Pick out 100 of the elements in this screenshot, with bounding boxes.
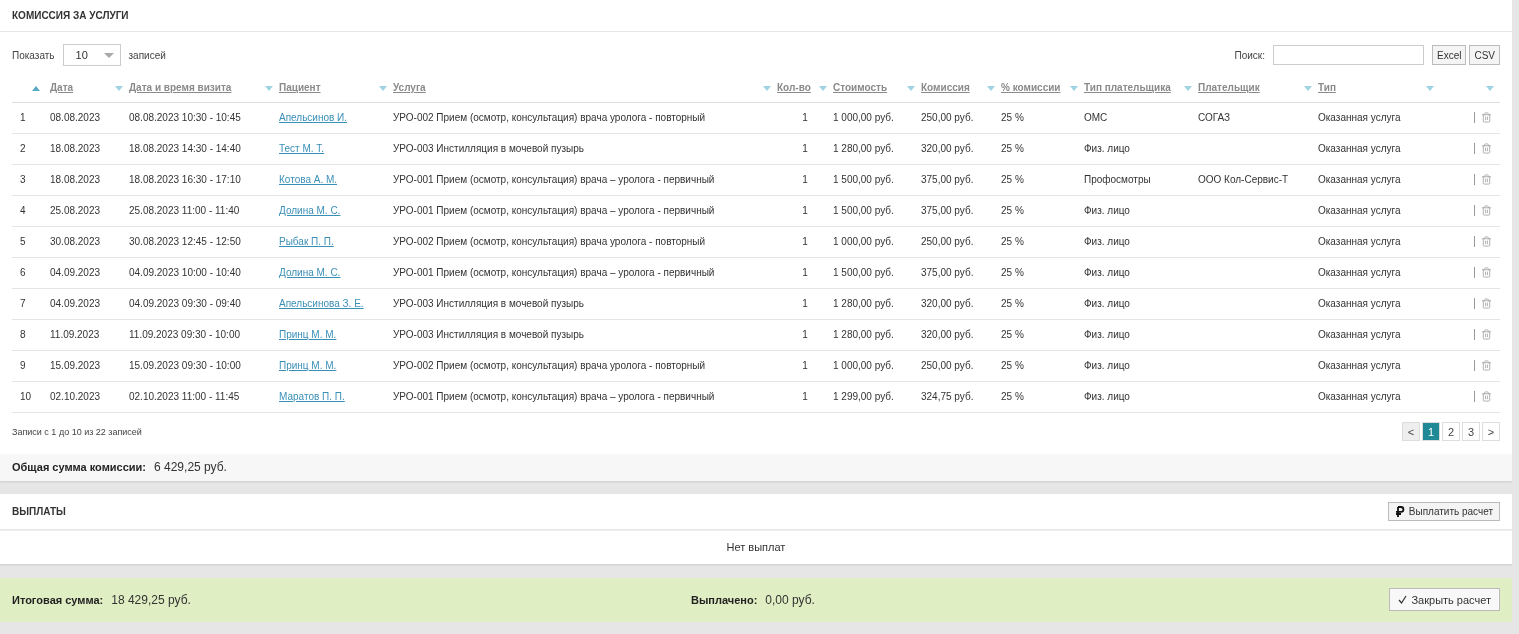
row-number: 9 (20, 360, 26, 371)
page-button[interactable]: 2 (1442, 422, 1460, 441)
sort-icon[interactable] (1070, 86, 1078, 91)
sort-icon[interactable] (1426, 86, 1434, 91)
delete-icon[interactable] (1481, 236, 1492, 247)
sort-icon[interactable] (379, 86, 387, 91)
date-cell: 18.08.2023 (50, 174, 101, 185)
sort-icon[interactable] (1486, 86, 1494, 91)
cost-cell: 1 280,00 руб. (833, 329, 894, 340)
column-header[interactable]: Тип плательщика (1084, 82, 1171, 94)
delete-icon[interactable] (1481, 143, 1492, 154)
payer-type-cell: Физ. лицо (1084, 298, 1130, 309)
delete-icon[interactable] (1481, 205, 1492, 216)
service-cell: УРО-001 Прием (осмотр, консультация) врача – уролога - первичный (393, 267, 715, 278)
row-number: 10 (20, 391, 32, 402)
date-cell: 02.10.2023 (50, 391, 101, 402)
sort-icon[interactable] (265, 86, 273, 91)
records-info: Записи с 1 до 10 из 22 записей (12, 426, 142, 437)
paid-label: Выплачено: (691, 593, 758, 606)
type-cell: Оказанная услуга (1318, 298, 1401, 309)
column-header[interactable]: Пациент (279, 82, 321, 94)
column-header[interactable]: Плательщик (1198, 82, 1260, 94)
export-button[interactable]: CSV (1469, 45, 1500, 65)
delete-icon[interactable] (1481, 329, 1492, 340)
sort-icon[interactable] (1184, 86, 1192, 91)
delete-icon[interactable] (1481, 360, 1492, 371)
date-cell: 04.09.2023 (50, 267, 101, 278)
column-header[interactable]: Дата и время визита (129, 82, 232, 94)
patient-link[interactable]: Принц М. М. (279, 329, 337, 340)
visit-time-cell: 18.08.2023 14:30 - 14:40 (129, 143, 241, 154)
page-button[interactable]: 3 (1462, 422, 1480, 441)
patient-link[interactable]: Принц М. М. (279, 360, 337, 371)
sort-icon[interactable] (987, 86, 995, 91)
sort-icon[interactable] (763, 86, 771, 91)
close-settlement-button[interactable]: Закрыть расчет (1389, 588, 1500, 611)
column-header[interactable]: Стоимость (833, 82, 888, 94)
visit-time-cell: 11.09.2023 09:30 - 10:00 (129, 329, 241, 340)
sort-icon[interactable] (819, 86, 827, 91)
patient-link[interactable]: Апельсинов И. (279, 112, 348, 123)
search-field[interactable] (1273, 45, 1424, 65)
pay-button[interactable]: Выплатить расчет (1387, 501, 1500, 521)
delete-icon[interactable] (1481, 391, 1492, 402)
date-cell: 25.08.2023 (50, 205, 101, 216)
commission-cell: 320,00 руб. (921, 298, 974, 309)
page-size-select[interactable]: 10 (62, 44, 121, 66)
patient-link[interactable]: Тест М. Т. (279, 143, 325, 154)
percent-cell: 25 % (1001, 143, 1024, 154)
row-number: 8 (20, 329, 26, 340)
column-header[interactable]: Дата (50, 82, 74, 94)
patient-link[interactable]: Долина М. С. (279, 205, 341, 216)
delete-icon[interactable] (1481, 298, 1492, 309)
cost-cell: 1 500,00 руб. (833, 174, 894, 185)
row-number: 2 (20, 143, 26, 154)
row-number: 6 (20, 267, 26, 278)
sort-ascending-icon[interactable] (32, 86, 40, 91)
export-button[interactable]: Excel (1432, 45, 1467, 65)
panel-title: ВЫПЛАТЫ (12, 505, 66, 517)
patient-link[interactable]: Апельсинова З. Е. (279, 298, 364, 309)
percent-cell: 25 % (1001, 391, 1024, 402)
date-cell: 18.08.2023 (50, 143, 101, 154)
payer-type-cell: Физ. лицо (1084, 360, 1130, 371)
quantity-cell: 1 (802, 298, 808, 309)
sort-icon[interactable] (115, 86, 123, 91)
delete-icon[interactable] (1481, 267, 1492, 278)
column-header[interactable]: Услуга (393, 82, 426, 94)
total-sum-value: 18 429,25 руб. (111, 592, 191, 607)
total-label: Общая сумма комиссии: (12, 461, 146, 473)
visit-time-cell: 15.09.2023 09:30 - 10:00 (129, 360, 241, 371)
type-cell: Оказанная услуга (1318, 360, 1401, 371)
entries-label: записей (128, 49, 166, 61)
row-number: 7 (20, 298, 26, 309)
quantity-cell: 1 (802, 329, 808, 340)
date-cell: 15.09.2023 (50, 360, 101, 371)
next-page-button[interactable]: > (1482, 422, 1500, 441)
patient-link[interactable]: Долина М. С. (279, 267, 341, 278)
patient-link[interactable]: Рыбак П. П. (279, 236, 334, 247)
column-header[interactable]: % комиссии (1001, 82, 1061, 94)
cost-cell: 1 500,00 руб. (833, 205, 894, 216)
sort-icon[interactable] (1304, 86, 1312, 91)
type-cell: Оказанная услуга (1318, 143, 1401, 154)
visit-time-cell: 25.08.2023 11:00 - 11:40 (129, 205, 240, 216)
payer-cell: ООО Кол-Сервис-Т (1198, 174, 1289, 185)
cost-cell: 1 280,00 руб. (833, 143, 894, 154)
page-button[interactable]: 1 (1422, 422, 1440, 441)
service-cell: УРО-003 Инстилляция в мочевой пузырь (393, 329, 584, 340)
delete-icon[interactable] (1481, 174, 1492, 185)
delete-icon[interactable] (1481, 112, 1492, 123)
column-header[interactable]: Тип (1318, 82, 1336, 94)
previous-page-button[interactable]: < (1402, 422, 1420, 441)
payer-type-cell: Физ. лицо (1084, 143, 1130, 154)
patient-link[interactable]: Маратов П. П. (279, 391, 345, 402)
quantity-cell: 1 (802, 391, 808, 402)
cost-cell: 1 299,00 руб. (833, 391, 894, 402)
patient-link[interactable]: Котова А. М. (279, 174, 338, 185)
sort-icon[interactable] (907, 86, 915, 91)
column-header[interactable]: Комиссия (921, 82, 970, 94)
payer-type-cell: ОМС (1084, 112, 1108, 123)
commission-cell: 320,00 руб. (921, 329, 974, 340)
payer-type-cell: Профосмотры (1084, 174, 1151, 185)
column-header[interactable]: Кол-во (777, 82, 811, 94)
